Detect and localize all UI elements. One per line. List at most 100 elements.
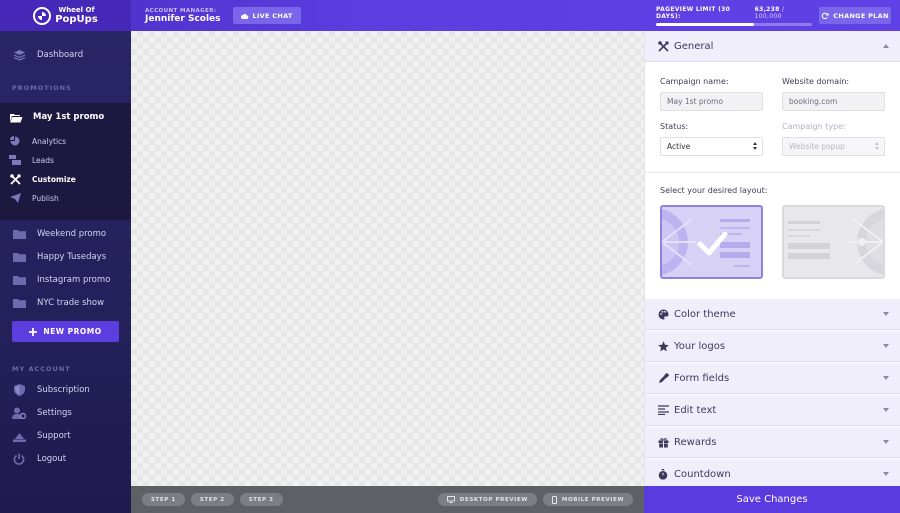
sidebar-item-label: Logout [37, 454, 67, 464]
pageview-progress-fill [656, 23, 755, 26]
chevron-down-icon [883, 408, 889, 412]
sidebar-item-label: Happy Tusedays [37, 252, 107, 262]
sidebar-item-label: NYC trade show [37, 298, 105, 308]
my-account-section-label: MY ACCOUNT [12, 365, 71, 373]
live-chat-label: LIVE CHAT [252, 11, 293, 20]
accordion-title: Countdown [674, 468, 731, 480]
chevron-down-icon [883, 472, 889, 476]
leads-icon [9, 155, 21, 165]
logo-line1: Wheel Of [58, 6, 95, 14]
paper-plane-icon [9, 193, 21, 203]
change-plan-button[interactable]: CHANGE PLAN [819, 7, 891, 24]
gift-icon [657, 437, 669, 448]
sidebar-item-promo[interactable]: Instagram promo [0, 270, 131, 290]
logo-line2: PopUps [55, 14, 98, 25]
campaign-name-input[interactable]: May 1st promo [660, 92, 763, 111]
chevron-down-icon [883, 440, 889, 444]
accordion-title: Edit text [674, 404, 717, 416]
chevron-down-icon [883, 344, 889, 348]
sidebar-sub-label: Customize [32, 174, 76, 184]
accordion-general[interactable]: General [645, 31, 900, 62]
folder-icon [12, 297, 26, 309]
sidebar-item-settings[interactable]: Settings [0, 403, 131, 423]
desktop-preview-label: DESKTOP PREVIEW [459, 496, 528, 503]
pageview-used: 63,238 [754, 6, 780, 13]
folder-icon [12, 274, 26, 286]
top-bar: Wheel Of PopUps ACCOUNT MANAGER: Jennife… [0, 0, 900, 31]
sidebar-item-analytics[interactable]: Analytics [0, 133, 131, 149]
support-icon [12, 430, 26, 442]
wheel-right-layout-icon [788, 209, 883, 275]
accordion-form-fields[interactable]: Form fields [645, 363, 900, 394]
status-label: Status: [660, 122, 689, 131]
layout-option-wheel-right[interactable] [782, 205, 885, 279]
save-changes-button[interactable]: Save Changes [644, 486, 900, 513]
website-domain-label: Website domain: [782, 77, 850, 86]
account-manager-name: Jennifer Scoles [145, 13, 221, 24]
sidebar-item-support[interactable]: Support [0, 426, 131, 446]
sidebar-item-label: Dashboard [37, 50, 84, 60]
sidebar-item-dashboard[interactable]: Dashboard [0, 45, 131, 65]
sidebar-item-customize[interactable]: Customize [0, 171, 131, 187]
app-logo[interactable]: Wheel Of PopUps [0, 0, 131, 31]
user-settings-icon [12, 407, 26, 419]
sidebar-item-promo[interactable]: NYC trade show [0, 293, 131, 313]
sidebar-item-label: Weekend promo [37, 229, 107, 239]
pie-chart-icon [9, 136, 21, 146]
wheel-left-layout-icon [662, 209, 750, 275]
section-divider [645, 172, 900, 173]
sidebar-sub-label: Leads [32, 155, 54, 165]
tools-icon [9, 173, 21, 185]
accordion-title: Rewards [674, 436, 717, 448]
steps-bar: STEP 1 STEP 2 STEP 3 DESKTOP PREVIEW MOB… [131, 486, 644, 513]
logo-text: Wheel Of PopUps [55, 6, 98, 25]
accordion-color-theme[interactable]: Color theme [645, 299, 900, 330]
active-promo-block: May 1st promo Analytics Leads Customize … [0, 103, 131, 220]
chevron-up-icon [883, 44, 889, 48]
accordion-edit-text[interactable]: Edit text [645, 395, 900, 426]
campaign-name-label: Campaign name: [660, 77, 729, 86]
mobile-preview-button[interactable]: MOBILE PREVIEW [542, 493, 633, 506]
sidebar-item-label: Support [37, 431, 71, 441]
sidebar-item-promo[interactable]: Happy Tusedays [0, 247, 131, 267]
settings-panel: General Campaign name: May 1st promo Web… [644, 31, 900, 490]
website-domain-input[interactable]: booking.com [782, 92, 885, 111]
campaign-type-select: Website popup [782, 137, 885, 156]
folder-icon [12, 251, 26, 263]
sidebar-item-label: Instagram promo [37, 275, 111, 285]
step-2-button[interactable]: STEP 2 [190, 493, 234, 506]
accordion-rewards[interactable]: Rewards [645, 427, 900, 458]
campaign-type-value: Website popup [789, 142, 845, 151]
status-value: Active [667, 142, 691, 151]
accordion-title: Your logos [674, 340, 726, 352]
shield-icon [12, 384, 26, 396]
sidebar-item-promo[interactable]: Weekend promo [0, 224, 131, 244]
desktop-preview-button[interactable]: DESKTOP PREVIEW [437, 493, 537, 506]
chevron-down-icon [883, 312, 889, 316]
step-1-button[interactable]: STEP 1 [142, 493, 185, 506]
website-domain-value: booking.com [789, 97, 838, 106]
eyedropper-icon [657, 372, 669, 384]
accordion-your-logos[interactable]: Your logos [645, 331, 900, 362]
live-chat-button[interactable]: LIVE CHAT [232, 7, 301, 24]
campaign-name-value: May 1st promo [667, 97, 724, 106]
sidebar-item-leads[interactable]: Leads [0, 152, 131, 168]
sidebar-item-label: May 1st promo [33, 112, 105, 122]
wheel-logo-icon [33, 6, 52, 25]
preview-canvas[interactable] [131, 31, 644, 486]
pageview-label: PAGEVIEW LIMIT (30 DAYS): [656, 6, 731, 20]
accordion-title: General [674, 40, 714, 52]
status-select[interactable]: Active [660, 137, 763, 156]
sidebar-item-subscription[interactable]: Subscription [0, 380, 131, 400]
sidebar-item-label: Subscription [37, 385, 90, 395]
sidebar-item-publish[interactable]: Publish [0, 190, 131, 206]
new-promo-button[interactable]: NEW PROMO [12, 321, 119, 342]
step-3-button[interactable]: STEP 3 [239, 493, 283, 506]
sidebar-item-logout[interactable]: Logout [0, 449, 131, 469]
monitor-icon [446, 496, 455, 503]
sidebar-item-active-promo[interactable]: May 1st promo [0, 107, 131, 127]
refresh-icon [822, 12, 829, 19]
cloud-icon [240, 13, 248, 19]
layout-option-wheel-left[interactable] [660, 205, 763, 279]
campaign-type-label: Campaign type: [782, 122, 846, 131]
